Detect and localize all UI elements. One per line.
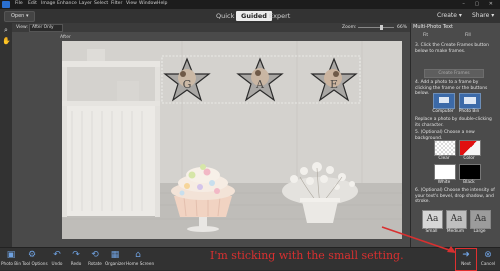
fit-option[interactable]: Fit — [423, 33, 428, 38]
undo-button[interactable]: ↶ Undo — [47, 248, 67, 270]
computer-button[interactable] — [433, 93, 455, 109]
create-label: Create — [437, 12, 457, 19]
cancel-label: Cancel — [480, 261, 496, 266]
menu-bar: File Edit Image Enhance Layer Select Fil… — [0, 0, 500, 9]
menu-file[interactable]: File — [15, 1, 23, 6]
home-screen-button[interactable]: ⌂ Home Screen — [126, 248, 155, 270]
open-button[interactable]: Open ▾ — [4, 11, 36, 22]
menu-edit[interactable]: Edit — [28, 1, 37, 6]
zoom-slider-handle[interactable] — [380, 25, 383, 30]
frame-letter-3: E — [330, 78, 338, 91]
mode-bar: Open ▾ Quick Guided Expert Create ▾ Shar… — [0, 9, 500, 24]
tool-options-label: Tool Options — [22, 261, 48, 266]
bg-color-swatch[interactable] — [459, 140, 481, 156]
cancel-icon: ⊗ — [484, 250, 492, 260]
bg-black-swatch[interactable] — [459, 164, 481, 180]
rotate-icon: ⟲ — [91, 250, 99, 260]
panel-title: Multi-Photo Text — [413, 24, 453, 30]
home-icon: ⌂ — [135, 250, 141, 260]
tool-options-icon: ⚙ — [27, 250, 37, 260]
tool-options-toggle[interactable]: ⚙ Tool Options — [22, 248, 48, 270]
style-large-label: Large — [473, 229, 486, 234]
rotate-label: Rotate — [88, 261, 102, 266]
bg-color-label: Color — [463, 156, 475, 161]
zoom-label: Zoom: — [342, 24, 357, 30]
undo-label: Undo — [51, 261, 63, 266]
computer-icon — [439, 97, 449, 103]
photo-scene: G A E — [62, 41, 402, 239]
create-frames-button[interactable]: Create Frames — [424, 69, 484, 78]
share-label: Share — [472, 12, 490, 19]
hand-tool-icon[interactable]: ✋ — [2, 37, 11, 45]
annotation-text: I'm sticking with the small setting. — [210, 249, 404, 262]
redo-label: Redo — [70, 261, 82, 266]
computer-label: Computer — [432, 109, 454, 114]
menu-enhance[interactable]: Enhance — [57, 1, 77, 6]
replace-text: Replace a photo by double-clicking its c… — [415, 117, 492, 128]
bg-black-label: Black — [463, 180, 475, 185]
window-controls[interactable]: – ▢ ✕ — [462, 1, 497, 7]
rotate-button[interactable]: ⟲ Rotate — [85, 248, 105, 270]
frame-letter-2: A — [255, 78, 265, 91]
share-dropdown[interactable]: Share ▾ — [472, 12, 494, 19]
open-label: Open — [11, 13, 25, 19]
guided-panel: Fit Fill 3. Click the Create Frames butt… — [410, 23, 500, 247]
photo-canvas[interactable]: G A E — [62, 41, 402, 239]
menu-help[interactable]: Help — [157, 1, 167, 6]
redo-icon: ↷ — [72, 250, 80, 260]
photo-bin-button[interactable] — [459, 93, 481, 109]
bg-clear-swatch[interactable] — [434, 140, 456, 156]
document-tab-label: After — [60, 35, 71, 40]
step6-text: 6. (Optional) Choose the intensity of yo… — [415, 188, 495, 205]
photo-bin-icon: ▣ — [6, 250, 16, 260]
bg-white-label: White — [437, 180, 451, 185]
photo-bin-toggle[interactable]: ▣ Photo Bin — [1, 248, 21, 270]
menu-view[interactable]: View — [126, 1, 137, 6]
menu-select[interactable]: Select — [94, 1, 108, 6]
zoom-value: 66% — [397, 24, 408, 30]
home-screen-label: Home Screen — [126, 261, 155, 266]
step4-text: 4. Add a photo to a frame by clicking th… — [415, 80, 488, 97]
frame-letter-1: G — [183, 78, 192, 91]
menu-window[interactable]: Window — [139, 1, 157, 6]
photo-bin-icon — [464, 97, 476, 104]
create-dropdown[interactable]: Create ▾ — [437, 12, 462, 19]
photo-bin-label: Photo Bin — [458, 109, 480, 114]
fill-option[interactable]: Fill — [465, 33, 471, 38]
bg-white-swatch[interactable] — [434, 164, 456, 180]
view-value: After Only — [32, 25, 54, 30]
options-bar: View: After Only Zoom: 66% — [12, 23, 410, 32]
organizer-button[interactable]: ▦ Organizer — [105, 248, 125, 270]
zoom-tool-icon[interactable]: ⌕ — [2, 26, 10, 34]
app-logo-icon — [2, 1, 10, 8]
menu-image[interactable]: Image — [41, 1, 55, 6]
view-select[interactable]: After Only — [29, 24, 63, 32]
organizer-label: Organizer — [105, 261, 126, 266]
bg-clear-label: Clear — [438, 156, 450, 161]
tab-expert[interactable]: Expert — [264, 11, 295, 21]
menu-filter[interactable]: Filter — [111, 1, 122, 6]
zoom-slider[interactable] — [358, 25, 394, 30]
style-large-button[interactable]: Aa — [470, 210, 491, 229]
photo-bin-toggle-label: Photo Bin — [1, 261, 21, 266]
organizer-icon: ▦ — [110, 250, 120, 260]
redo-button[interactable]: ↷ Redo — [66, 248, 86, 270]
step3-text: 3. Click the Create Frames button below … — [415, 43, 489, 54]
cancel-button[interactable]: ⊗ Cancel — [478, 248, 498, 270]
undo-icon: ↶ — [53, 250, 61, 260]
view-label: View: — [16, 24, 28, 30]
menu-layer[interactable]: Layer — [79, 1, 92, 6]
